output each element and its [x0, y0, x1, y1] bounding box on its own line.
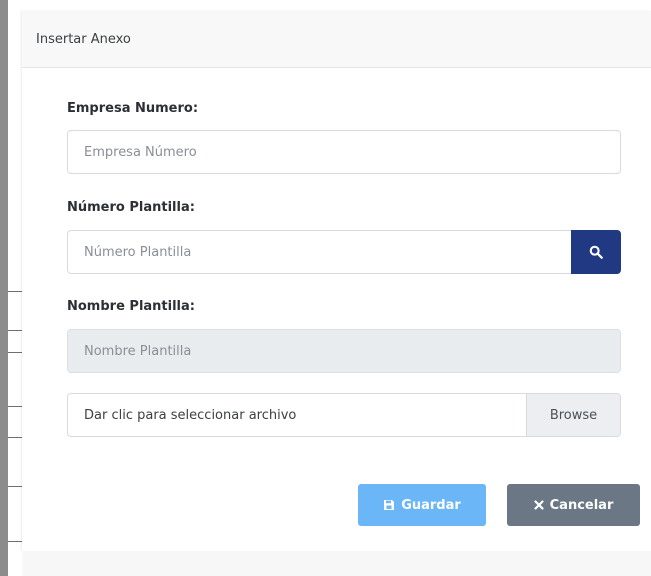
backdrop-divider — [8, 486, 22, 487]
insert-annex-modal: Insertar Anexo Empresa Numero: Número Pl… — [22, 11, 651, 551]
page-backdrop — [0, 0, 22, 576]
numero-plantilla-label: Número Plantilla: — [67, 200, 195, 215]
nombre-plantilla-label: Nombre Plantilla: — [67, 299, 195, 314]
file-chooser-text: Dar clic para seleccionar archivo — [84, 407, 297, 423]
search-plantilla-button[interactable] — [571, 230, 621, 274]
backdrop-divider — [8, 437, 22, 438]
numero-plantilla-group — [67, 230, 621, 274]
empresa-numero-input[interactable] — [67, 130, 621, 174]
empresa-numero-label: Empresa Numero: — [67, 101, 199, 116]
backdrop-divider — [8, 541, 22, 542]
backdrop-divider — [8, 291, 22, 292]
modal-title: Insertar Anexo — [36, 31, 131, 47]
nombre-plantilla-input — [67, 329, 621, 373]
cancel-button-label: Cancelar — [549, 497, 614, 513]
backdrop-divider — [8, 352, 22, 353]
browse-button[interactable]: Browse — [526, 394, 620, 436]
save-button[interactable]: Guardar — [358, 484, 486, 526]
file-chooser[interactable]: Dar clic para seleccionar archivo Browse — [67, 393, 621, 437]
search-icon — [589, 245, 603, 259]
close-icon — [534, 500, 544, 510]
backdrop-divider — [8, 330, 22, 331]
backdrop-scrollbar — [0, 0, 8, 576]
numero-plantilla-input[interactable] — [67, 230, 571, 274]
modal-footer-strip — [22, 551, 651, 576]
modal-header: Insertar Anexo — [22, 11, 651, 68]
cancel-button[interactable]: Cancelar — [507, 484, 640, 526]
backdrop-divider — [8, 406, 22, 407]
save-button-label: Guardar — [401, 497, 461, 513]
floppy-disk-icon — [384, 500, 395, 510]
